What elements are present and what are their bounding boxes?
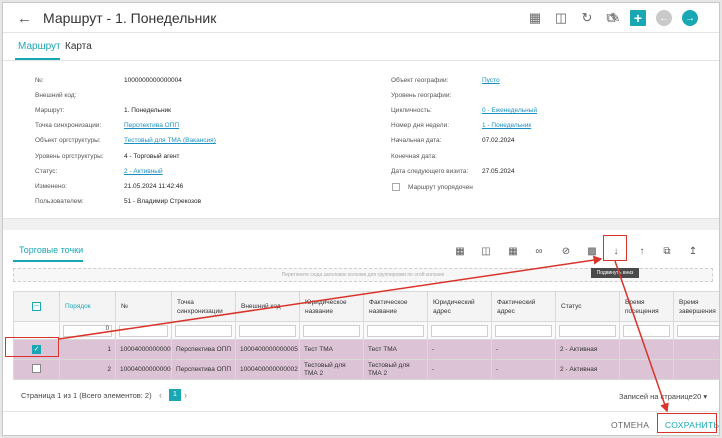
annotation-arrow-to-save: [614, 260, 669, 413]
route-editor-window: ← Маршрут - 1. Понедельник ▦ ◫ ↻ ⧉ ✎ + ←…: [2, 2, 720, 436]
annotation-arrow-to-move-down: [58, 255, 603, 340]
annotation-arrows: [58, 255, 669, 413]
